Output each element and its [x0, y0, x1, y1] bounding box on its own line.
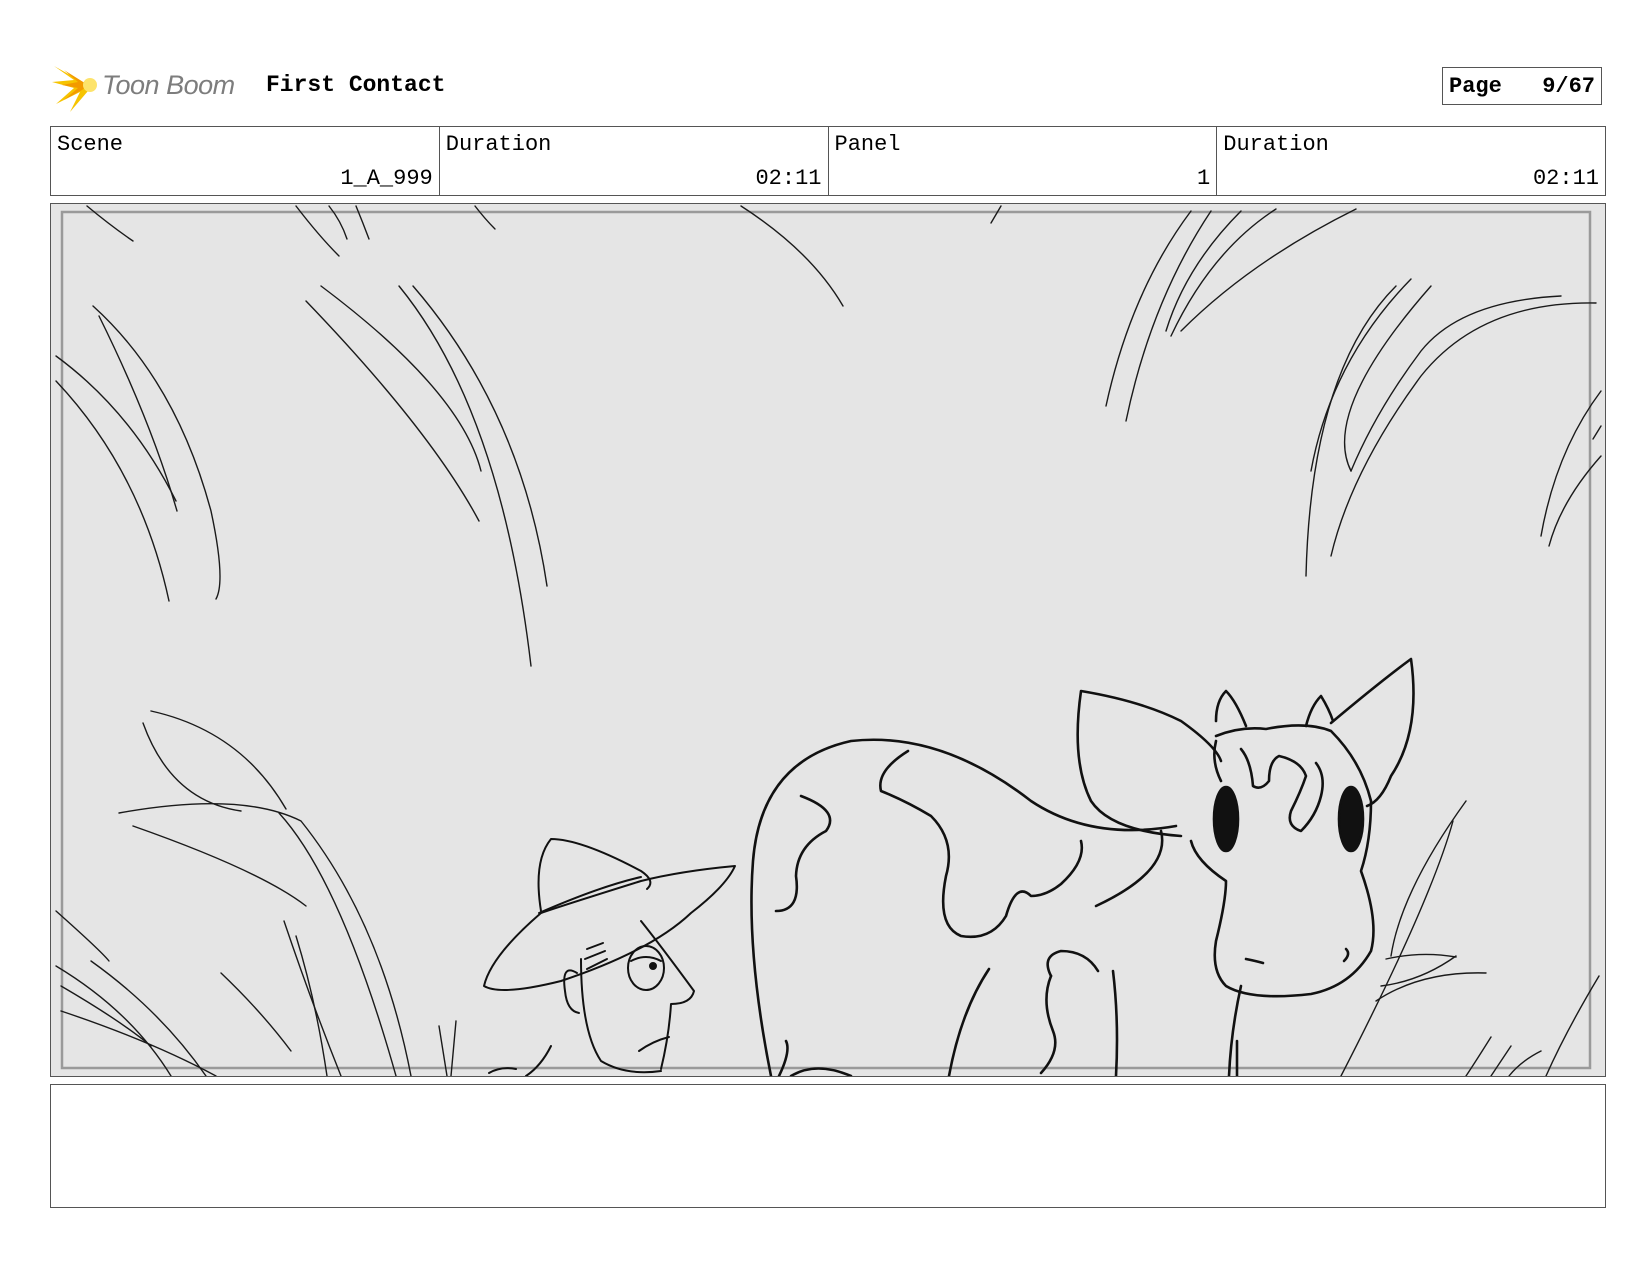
- storyboard-panel-image: [50, 203, 1606, 1077]
- panel-duration-label: Duration: [1223, 132, 1329, 157]
- panel-label: Panel: [834, 132, 901, 157]
- scene-label: Scene: [57, 132, 124, 157]
- scene-duration-cell: Duration 02:11: [440, 127, 829, 195]
- cowboy-sketch: [483, 838, 736, 1076]
- panel-value: 1: [1197, 166, 1211, 191]
- page-label: Page: [1449, 73, 1502, 99]
- logo-wordmark: Toon Boom: [102, 69, 235, 100]
- starburst-icon: [52, 66, 97, 112]
- scene-duration-label: Duration: [445, 132, 552, 157]
- panel-notes-box[interactable]: [50, 1084, 1606, 1208]
- scene-value: 1_A_999: [340, 166, 433, 191]
- page-indicator: Page 9/67: [1442, 67, 1602, 105]
- project-title: First Contact: [266, 72, 446, 98]
- page-number: 9/67: [1542, 73, 1595, 99]
- panel-sketch: [55, 205, 1602, 1076]
- panel-duration-cell: Duration 02:11: [1217, 127, 1605, 195]
- safe-area-frame: [60, 210, 1592, 1070]
- panel-info-row: Scene 1_A_999 Duration 02:11 Panel 1 Dur…: [50, 126, 1606, 196]
- tall-grass-sketch: [55, 205, 1602, 1076]
- scene-duration-value: 02:11: [755, 166, 822, 191]
- panel-duration-value: 02:11: [1532, 166, 1599, 191]
- scene-cell: Scene 1_A_999: [51, 127, 440, 195]
- panel-cell: Panel 1: [829, 127, 1218, 195]
- toon-boom-logo: Toon Boom: [52, 58, 235, 112]
- cow-sketch: [750, 657, 1415, 1076]
